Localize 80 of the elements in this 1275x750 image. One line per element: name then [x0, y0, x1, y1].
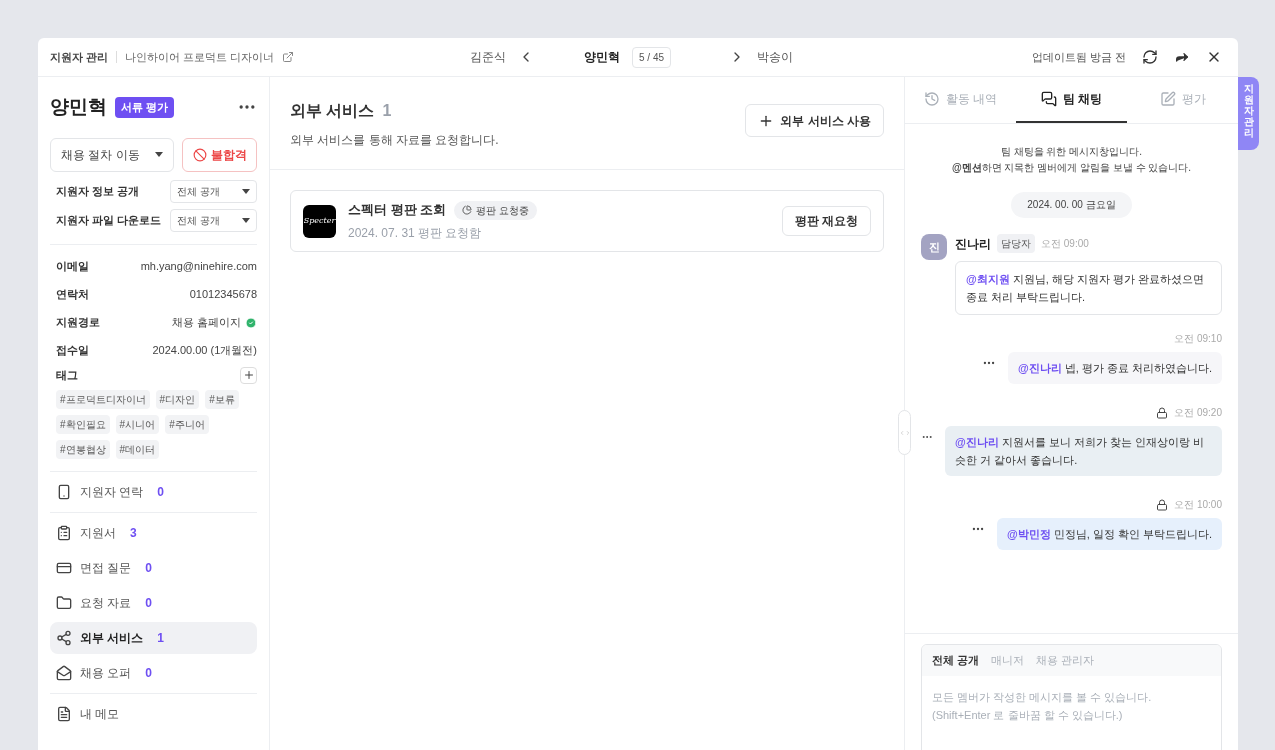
stage-badge: 서류 평가 — [115, 97, 175, 118]
info-value: mh.yang@ninehire.com — [140, 259, 257, 275]
info-value: 채용 홈페이지 — [171, 315, 241, 331]
message-time: 오전 09:10 — [1174, 332, 1222, 346]
chat-icon — [1040, 91, 1057, 107]
tag-chip[interactable]: #확인필요 — [56, 414, 110, 434]
setting-label: 지원자 정보 공개 — [56, 183, 140, 199]
avatar: 진 — [921, 234, 947, 260]
setting-label: 지원자 파일 다운로드 — [56, 212, 162, 228]
message-time: 오전 10:00 — [1174, 498, 1222, 512]
message-bubble: @최지원 지원님, 해당 지원자 평가 완료하셨으면 종료 처리 부탁드립니다. — [955, 261, 1222, 315]
pie-icon — [462, 205, 473, 215]
message-bubble: @진나리 넵, 평가 종료 처리하였습니다. — [1007, 352, 1222, 384]
message-time: 오전 09:20 — [1174, 406, 1222, 420]
share-icon — [56, 629, 72, 646]
job-title: 나인하이어 프로덕트 디자이너 — [125, 49, 275, 65]
info-label: 연락처 — [56, 287, 89, 303]
request-date: 2024. 07. 31 평판 요청함 — [348, 224, 483, 242]
info-value: 2024.00.00 (1개월전) — [152, 343, 257, 359]
applicant-name: 양민혁 — [50, 95, 107, 119]
nav-item[interactable]: 지원자 연락 0 — [50, 475, 257, 508]
chat-notice: @멘션하면 지목한 멤버에게 알림을 보낼 수 있습니다. — [951, 161, 1192, 175]
history-icon — [923, 91, 940, 107]
service-name: 스펙터 평판 조회 — [348, 201, 447, 220]
visibility-select[interactable]: 전체 공개 — [170, 208, 257, 232]
edit-icon — [1159, 91, 1176, 107]
current-applicant: 양민혁 — [584, 49, 620, 66]
chat-notice: 팀 채팅을 위한 메시지창입니다. — [1000, 145, 1143, 159]
re-request-button[interactable]: 평판 재요청 — [781, 206, 871, 236]
mail-icon — [56, 664, 72, 681]
author-name: 진나리 — [955, 235, 991, 253]
clipboard-icon — [56, 524, 72, 541]
tag-chip[interactable]: #시니어 — [115, 414, 160, 434]
message-bubble: @진나리 지원서를 보니 저희가 찾는 인재상이랑 비슷한 거 같아서 좋습니다. — [945, 426, 1222, 476]
nav-item[interactable]: 외부 서비스 1 — [50, 621, 257, 654]
tag-chip[interactable]: #주니어 — [165, 414, 209, 434]
breadcrumb[interactable]: 지원자 관리 — [50, 48, 109, 66]
info-label: 접수일 — [56, 343, 89, 359]
chat-panel-tab[interactable]: 팀 채팅 — [1016, 77, 1127, 123]
nav-item[interactable]: 채용 오퍼 0 — [50, 656, 257, 689]
note-icon — [56, 705, 72, 722]
message-time: 오전 09:00 — [1041, 237, 1089, 251]
message-composer[interactable]: 전체 공개 매니저 채용 관리자 모든 멤버가 작성한 메시지를 볼 수 있습니다. (Shift+Enter 로 줄바꿈 할 수 있습니다.) — [921, 644, 1222, 750]
reject-button[interactable]: 불합격 — [182, 137, 257, 172]
stage-select[interactable]: 채용 절차 이동 — [50, 137, 174, 172]
update-status: 업데이트됨 방금 전 — [1031, 49, 1126, 65]
plus-icon — [242, 369, 255, 381]
refresh-icon[interactable] — [1142, 49, 1158, 65]
section-subtitle: 외부 서비스를 통해 자료를 요청합니다. — [290, 132, 499, 149]
visibility-select[interactable]: 전체 공개 — [170, 179, 257, 203]
previous-applicant[interactable]: 김준식 — [470, 48, 506, 66]
next-applicant[interactable]: 박송이 — [757, 48, 794, 66]
folder-icon — [56, 594, 72, 611]
status-badge: 평판 요청중 — [454, 200, 537, 220]
phone-icon — [56, 483, 72, 500]
service-logo: Specter — [303, 204, 336, 238]
section-title: 외부 서비스 — [290, 101, 375, 121]
info-label: 지원경로 — [56, 315, 100, 331]
info-value: 01012345678 — [189, 287, 257, 303]
external-link-icon[interactable] — [282, 51, 295, 63]
tag-chip[interactable]: #연봉협상 — [56, 439, 110, 459]
nav-item[interactable]: 요청 자료 0 — [50, 586, 257, 619]
nav-item[interactable]: 지원서 3 — [50, 516, 257, 549]
ban-icon — [192, 147, 207, 162]
nav-item[interactable]: 내 메모 — [50, 697, 257, 730]
position-counter: 5 / 45 — [632, 46, 672, 68]
panel-resize-handle[interactable] — [898, 410, 911, 455]
tag-chip[interactable]: #디자인 — [155, 389, 200, 409]
section-count: 1 — [382, 101, 392, 121]
visibility-tab[interactable]: 전체 공개 — [932, 652, 980, 669]
nav-item[interactable]: 면접 질문 0 — [50, 551, 257, 584]
tags-label: 태그 — [56, 367, 78, 383]
info-label: 이메일 — [56, 259, 89, 275]
tag-chip[interactable]: #프로덕트디자이너 — [56, 389, 150, 409]
role-badge: 담당자 — [997, 234, 1035, 253]
add-tag-button[interactable] — [240, 366, 257, 384]
tag-chip[interactable]: #보류 — [205, 389, 239, 409]
use-service-button[interactable]: 외부 서비스 사용 — [745, 104, 884, 137]
message-bubble: @박민정 민정님, 일정 확인 부탁드립니다. — [996, 518, 1222, 550]
tag-chip[interactable]: #데이터 — [115, 439, 160, 459]
